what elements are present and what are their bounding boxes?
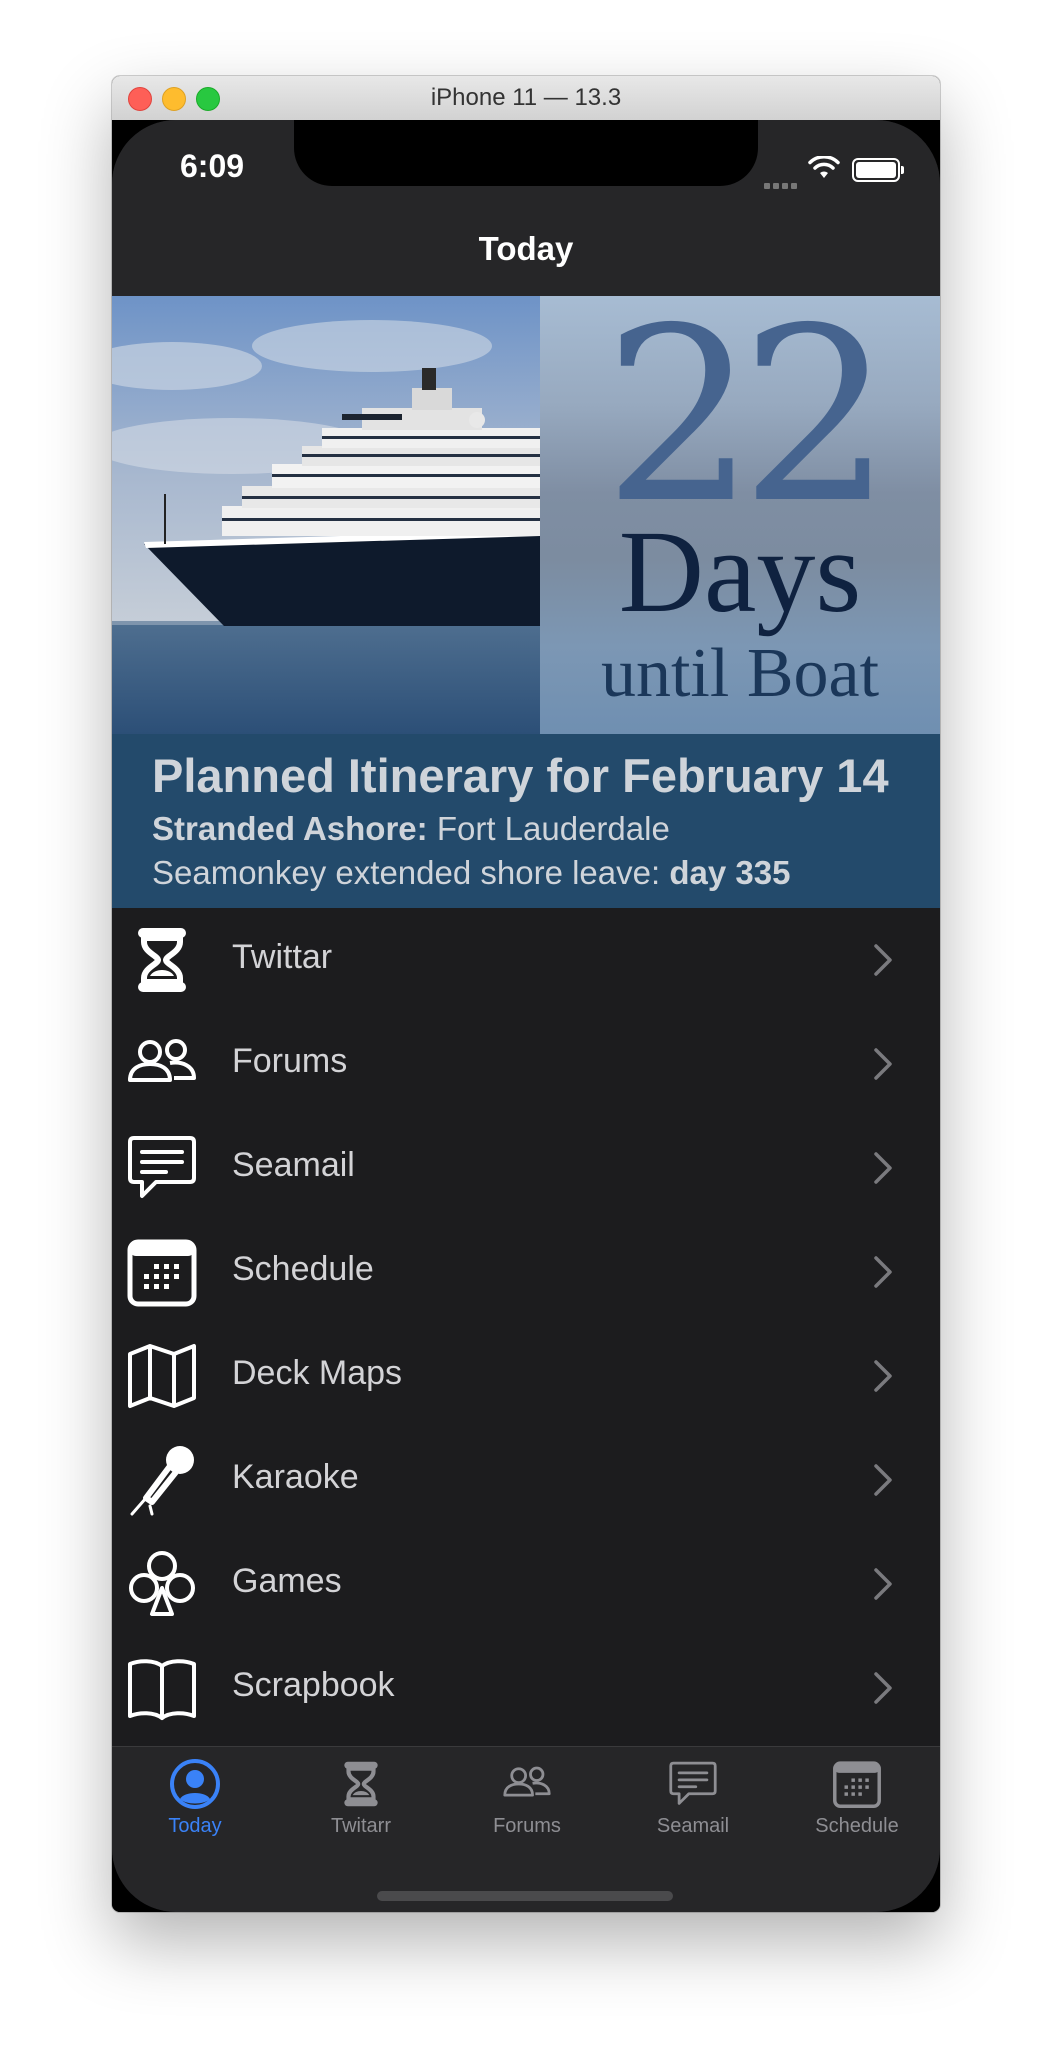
message-icon — [669, 1761, 717, 1805]
itinerary-panel: Planned Itinerary for February 14 Strand… — [112, 734, 940, 908]
tab-today[interactable]: Today — [112, 1759, 278, 1859]
countdown-banner: 22 Days until Boat — [112, 296, 940, 734]
menu-item-label: Deck Maps — [232, 1354, 403, 1392]
location-label: Stranded Ashore: — [152, 810, 428, 847]
tab-schedule[interactable]: Schedule — [774, 1759, 940, 1859]
tab-label: Seamail — [656, 1815, 730, 1837]
itinerary-shore-leave: Seamonkey extended shore leave: day 335 — [152, 854, 790, 892]
menu-item-games[interactable]: Games — [112, 1532, 940, 1636]
page-title: Today — [478, 230, 574, 267]
message-icon — [128, 1136, 196, 1198]
shore-leave-value: day 335 — [669, 854, 791, 891]
calendar-icon — [833, 1761, 881, 1808]
itinerary-location: Stranded Ashore: Fort Lauderdale — [152, 810, 670, 848]
feature-list: Twittar Forums Seamail Schedule Deck Map… — [112, 908, 940, 1746]
people-icon — [128, 1039, 196, 1082]
tab-label: Today — [168, 1815, 222, 1837]
chevron-right-icon — [874, 1568, 892, 1600]
cruise-ship-image — [112, 296, 540, 734]
tab-label: Forums — [493, 1815, 561, 1837]
chevron-right-icon — [874, 1048, 892, 1080]
hourglass-icon — [344, 1761, 378, 1807]
countdown-caption: until Boat — [600, 635, 880, 712]
menu-item-label: Twittar — [232, 938, 333, 976]
menu-item-label: Forums — [232, 1042, 348, 1080]
chevron-right-icon — [874, 1464, 892, 1496]
people-icon — [503, 1766, 551, 1797]
simulator-window: iPhone 11 — 13.3 6:09 Today 22 Days unti… — [112, 76, 940, 1912]
status-time: 6:09 — [180, 148, 245, 184]
book-icon — [128, 1659, 196, 1720]
wifi-icon — [808, 156, 840, 178]
device-notch — [294, 120, 758, 186]
club-icon — [129, 1551, 195, 1616]
battery-icon — [852, 158, 904, 182]
menu-item-seamail[interactable]: Seamail — [112, 1116, 940, 1220]
menu-item-deck-maps[interactable]: Deck Maps — [112, 1324, 940, 1428]
menu-item-schedule[interactable]: Schedule — [112, 1220, 940, 1324]
menu-item-label: Seamail — [232, 1146, 355, 1184]
menu-item-label: Schedule — [232, 1250, 374, 1288]
microphone-icon — [130, 1446, 194, 1516]
hourglass-icon — [138, 928, 186, 992]
menu-item-label: Games — [232, 1562, 342, 1600]
window-title: iPhone 11 — 13.3 — [430, 84, 622, 111]
menu-item-karaoke[interactable]: Karaoke — [112, 1428, 940, 1532]
chevron-right-icon — [874, 1360, 892, 1392]
itinerary-title: Planned Itinerary for February 14 — [152, 749, 889, 802]
tab-twitarr[interactable]: Twitarr — [278, 1759, 444, 1859]
countdown-number: 22 — [603, 296, 892, 556]
calendar-icon — [127, 1239, 197, 1307]
chevron-right-icon — [874, 1672, 892, 1704]
phone-screen: 6:09 Today 22 Days until Boat Planned It… — [112, 120, 940, 1912]
map-icon — [128, 1344, 196, 1408]
home-indicator[interactable] — [377, 1891, 673, 1901]
tab-label: Twitarr — [331, 1815, 391, 1837]
tab-label: Schedule — [815, 1815, 899, 1837]
cellular-signal-icon — [764, 176, 800, 194]
person-circle-icon — [170, 1759, 220, 1809]
shore-leave-text: Seamonkey extended shore leave: — [152, 854, 670, 891]
menu-item-label: Karaoke — [232, 1458, 359, 1496]
menu-item-forums[interactable]: Forums — [112, 1012, 940, 1116]
menu-item-label: Scrapbook — [232, 1666, 395, 1704]
tab-bar: Today Twitarr Forums Seamail Schedule — [112, 1746, 940, 1912]
countdown-unit: Days — [618, 506, 862, 637]
window-titlebar: iPhone 11 — 13.3 — [112, 76, 940, 121]
tab-forums[interactable]: Forums — [444, 1759, 610, 1859]
menu-item-scrapbook[interactable]: Scrapbook — [112, 1636, 940, 1740]
location-value: Fort Lauderdale — [427, 810, 670, 847]
chevron-right-icon — [874, 1152, 892, 1184]
menu-item-twittar[interactable]: Twittar — [112, 908, 940, 1012]
tab-seamail[interactable]: Seamail — [610, 1759, 776, 1859]
countdown-poster: 22 Days until Boat — [540, 296, 940, 734]
chevron-right-icon — [874, 944, 892, 976]
phone-frame: 6:09 Today 22 Days until Boat Planned It… — [112, 120, 940, 1912]
chevron-right-icon — [874, 1256, 892, 1288]
